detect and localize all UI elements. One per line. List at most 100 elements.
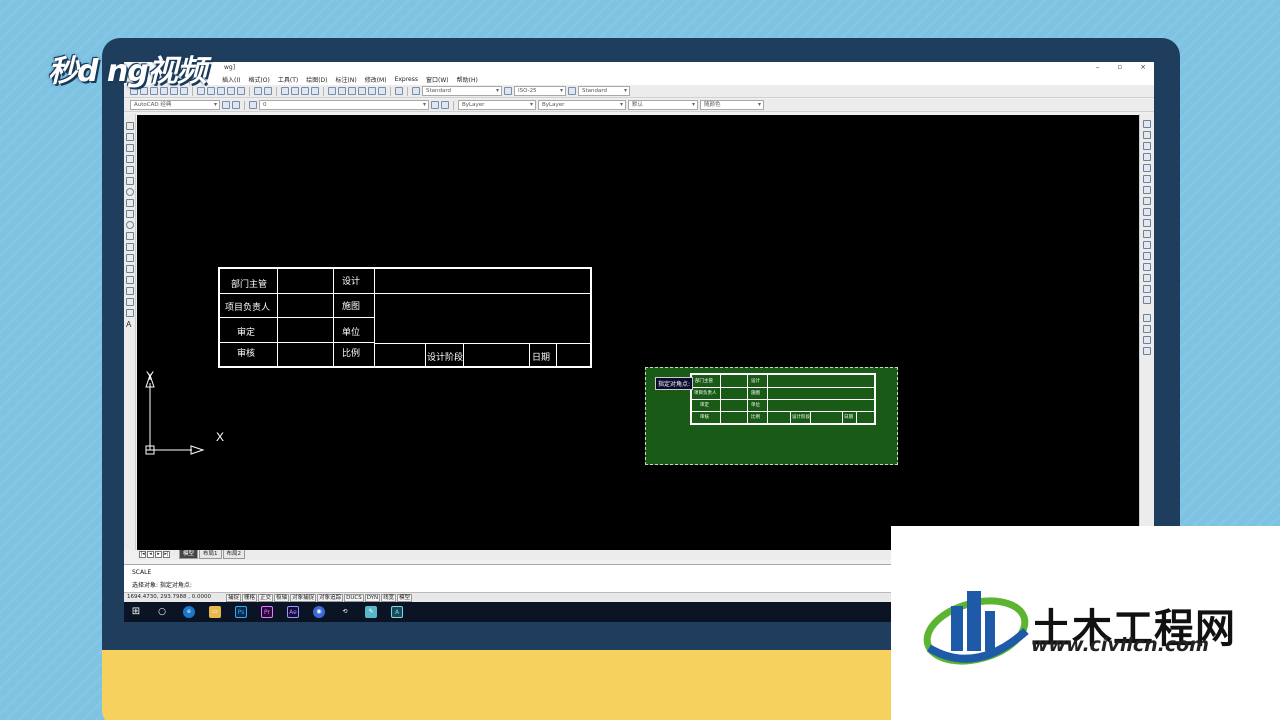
workspace-settings-icon[interactable] — [222, 101, 230, 109]
copied-title-block[interactable]: 部门主管 设计 项目负责人 施图 审定 单位 审核 比例 设计阶段 日期 — [690, 373, 876, 425]
paste-icon[interactable] — [217, 87, 225, 95]
extend-icon[interactable] — [1143, 230, 1151, 238]
ducs-toggle[interactable]: DUCS — [344, 594, 364, 602]
pan-icon[interactable] — [281, 87, 289, 95]
notes-icon[interactable]: ✎ — [365, 606, 377, 618]
trim-icon[interactable] — [1143, 219, 1151, 227]
app-icon[interactable]: ⟲ — [339, 606, 351, 618]
zoom-previous-icon[interactable] — [311, 87, 319, 95]
autocad-icon[interactable]: A — [391, 606, 403, 618]
snap-toggle[interactable]: 捕捉 — [226, 594, 242, 602]
prev-tab-button[interactable]: ◂ — [147, 551, 154, 558]
dyn-toggle[interactable]: DYN — [364, 594, 381, 602]
copy-object-icon[interactable] — [1143, 131, 1151, 139]
line-icon[interactable] — [126, 122, 134, 130]
draworder-back-icon[interactable] — [1143, 325, 1151, 333]
arc-icon[interactable] — [126, 177, 134, 185]
edge-icon[interactable]: e — [183, 606, 195, 618]
make-block-icon[interactable] — [126, 254, 134, 262]
menu-insert[interactable]: 插入(I) — [222, 75, 240, 84]
draworder-front-icon[interactable] — [1143, 314, 1151, 322]
premiere-icon[interactable]: Pr — [261, 606, 273, 618]
save-workspace-icon[interactable] — [232, 101, 240, 109]
copy-icon[interactable] — [207, 87, 215, 95]
design-center-icon[interactable] — [338, 87, 346, 95]
array-icon[interactable] — [1143, 164, 1151, 172]
lineweight-toggle[interactable]: 线宽 — [381, 594, 397, 602]
tab-layout2[interactable]: 布局2 — [222, 550, 246, 559]
file-explorer-icon[interactable]: ▭ — [209, 606, 221, 618]
draworder-above-icon[interactable] — [1143, 336, 1151, 344]
quickcalc-icon[interactable] — [378, 87, 386, 95]
tab-layout1[interactable]: 布局1 — [199, 550, 222, 559]
grid-toggle[interactable]: 栅格 — [242, 594, 258, 602]
insert-block-icon[interactable] — [126, 243, 134, 251]
polyline-icon[interactable] — [126, 144, 134, 152]
table-style-select[interactable]: Standard — [578, 86, 630, 96]
markup-icon[interactable] — [368, 87, 376, 95]
rectangle-icon[interactable] — [126, 166, 134, 174]
minimize-button[interactable]: – — [1096, 63, 1100, 71]
polygon-icon[interactable] — [126, 155, 134, 163]
next-tab-button[interactable]: ▸ — [155, 551, 162, 558]
rotate-icon[interactable] — [1143, 186, 1151, 194]
stretch-icon[interactable] — [1143, 208, 1151, 216]
model-toggle[interactable]: 模型 — [397, 594, 413, 602]
dim-style-select[interactable]: ISO-25 — [514, 86, 566, 96]
offset-icon[interactable] — [1143, 153, 1151, 161]
browser-icon[interactable]: ◉ — [313, 606, 325, 618]
title-block-table[interactable]: 部门主管 设计 项目负责人 施图 审定 单位 审核 比例 设计阶段 日期 — [218, 267, 592, 368]
erase-icon[interactable] — [1143, 120, 1151, 128]
spline-icon[interactable] — [126, 210, 134, 218]
search-icon[interactable]: ○ — [156, 606, 168, 618]
hatch-icon[interactable] — [126, 276, 134, 284]
match-properties-icon[interactable] — [227, 87, 235, 95]
layer-manager-icon[interactable] — [249, 101, 257, 109]
move-icon[interactable] — [1143, 175, 1151, 183]
redo-icon[interactable] — [264, 87, 272, 95]
osnap-toggle[interactable]: 对象捕捉 — [290, 594, 317, 602]
mtext-icon[interactable]: A — [126, 320, 131, 329]
explode-icon[interactable] — [1143, 296, 1151, 304]
break-at-point-icon[interactable] — [1143, 241, 1151, 249]
last-tab-button[interactable]: ▸| — [163, 551, 170, 558]
restore-button[interactable]: ▫ — [1117, 63, 1122, 71]
break-icon[interactable] — [1143, 252, 1151, 260]
fillet-icon[interactable] — [1143, 285, 1151, 293]
otrack-toggle[interactable]: 对象追踪 — [317, 594, 344, 602]
point-icon[interactable] — [126, 265, 134, 273]
ellipse-icon[interactable] — [126, 221, 134, 229]
color-select[interactable]: ByLayer — [458, 100, 536, 110]
polar-toggle[interactable]: 极轴 — [274, 594, 290, 602]
ortho-toggle[interactable]: 正交 — [258, 594, 274, 602]
make-current-layer-icon[interactable] — [431, 101, 439, 109]
zoom-window-icon[interactable] — [301, 87, 309, 95]
menu-window[interactable]: 窗口(W) — [426, 75, 449, 84]
tab-model[interactable]: 模型 — [179, 550, 199, 559]
region-icon[interactable] — [126, 298, 134, 306]
help-icon[interactable] — [395, 87, 403, 95]
scale-icon[interactable] — [1143, 197, 1151, 205]
chamfer-icon[interactable] — [1143, 274, 1151, 282]
start-icon[interactable]: ⊞ — [130, 606, 142, 618]
revision-cloud-icon[interactable] — [126, 199, 134, 207]
block-editor-icon[interactable] — [237, 87, 245, 95]
ellipse-arc-icon[interactable] — [126, 232, 134, 240]
menu-help[interactable]: 帮助(H) — [457, 75, 478, 84]
undo-icon[interactable] — [254, 87, 262, 95]
tool-palettes-icon[interactable] — [348, 87, 356, 95]
layer-select[interactable]: 0 — [259, 100, 429, 110]
after-effects-icon[interactable]: Ae — [287, 606, 299, 618]
mirror-icon[interactable] — [1143, 142, 1151, 150]
layer-previous-icon[interactable] — [441, 101, 449, 109]
text-style-select[interactable]: Standard — [422, 86, 502, 96]
first-tab-button[interactable]: |◂ — [139, 551, 146, 558]
sheet-set-icon[interactable] — [358, 87, 366, 95]
photoshop-icon[interactable]: Ps — [235, 606, 247, 618]
menu-modify[interactable]: 修改(M) — [365, 75, 387, 84]
construction-line-icon[interactable] — [126, 133, 134, 141]
zoom-realtime-icon[interactable] — [291, 87, 299, 95]
close-button[interactable]: × — [1140, 63, 1146, 71]
lineweight-select[interactable]: 默认 — [628, 100, 698, 110]
plot-style-select[interactable]: 随颜色 — [700, 100, 764, 110]
